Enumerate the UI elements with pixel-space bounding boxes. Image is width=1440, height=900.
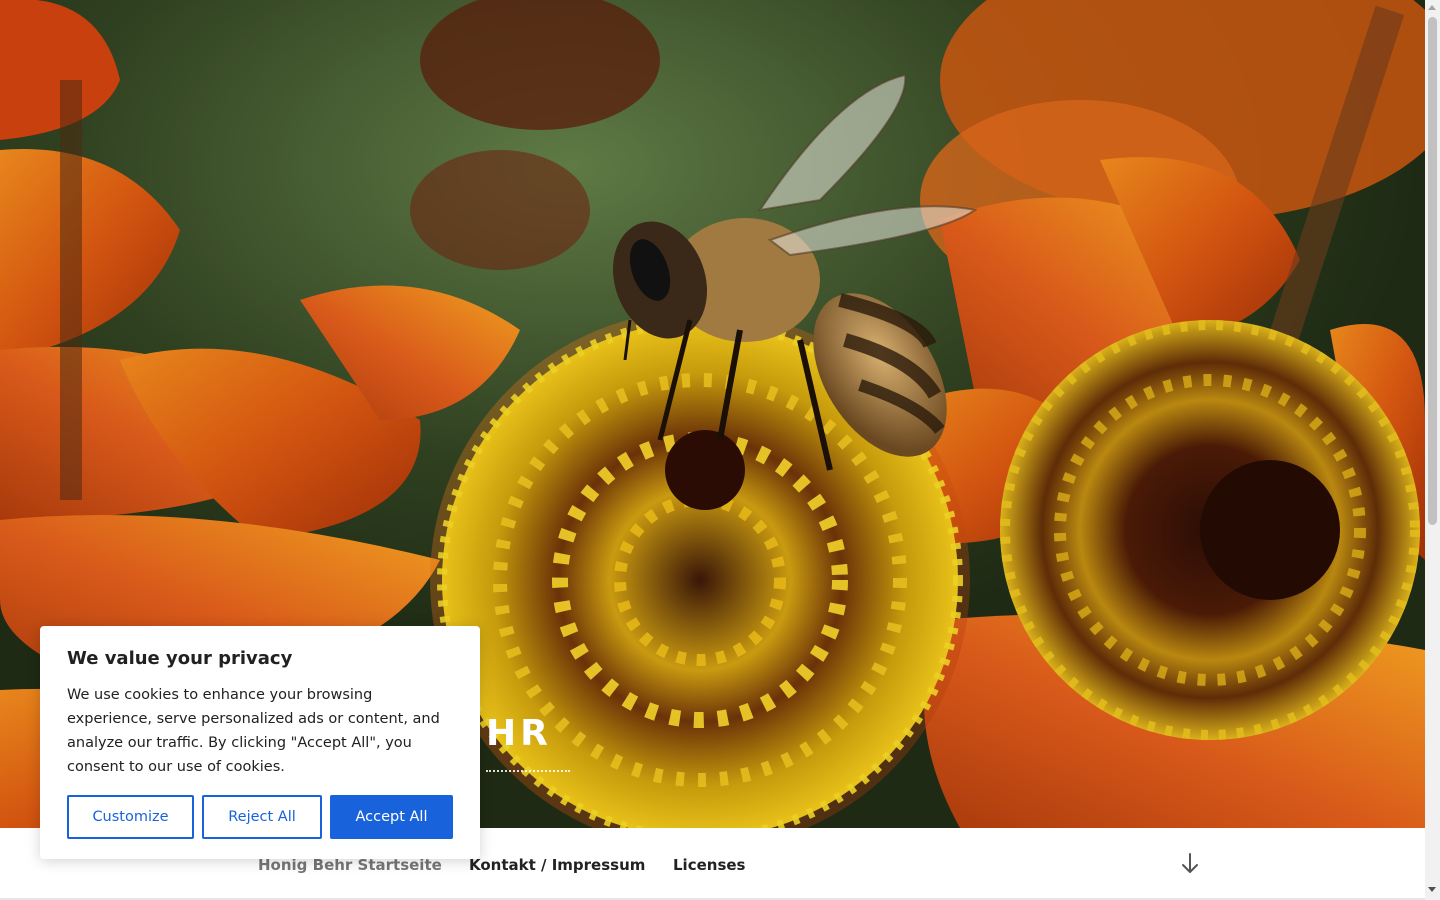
scroll-up-icon[interactable] [1428, 5, 1436, 10]
nav-item-licenses[interactable]: Licenses [673, 856, 745, 874]
scrollbar-thumb[interactable] [1428, 17, 1437, 525]
cookie-banner-text: We use cookies to enhance your browsing … [67, 687, 440, 775]
page-scrollbar[interactable] [1425, 0, 1440, 900]
cookie-banner-title: We value your privacy [67, 648, 293, 669]
accept-all-button[interactable]: Accept All [330, 795, 453, 839]
arrow-down-icon[interactable] [1178, 850, 1202, 878]
site-title[interactable]: HR [486, 713, 552, 754]
reject-all-button[interactable]: Reject All [202, 795, 322, 839]
site-title-underline [486, 770, 570, 772]
customize-button[interactable]: Customize [67, 795, 194, 839]
cookie-consent-banner: We value your privacy We use cookies to … [40, 626, 480, 859]
scroll-down-icon[interactable] [1428, 887, 1436, 892]
nav-item-contact[interactable]: Kontakt / Impressum [469, 856, 645, 874]
